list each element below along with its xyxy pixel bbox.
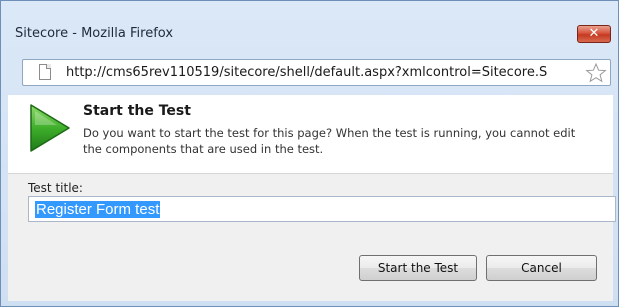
- bookmark-star-icon[interactable]: [585, 62, 607, 84]
- title-bar[interactable]: Sitecore - Mozilla Firefox ✕: [1, 1, 618, 49]
- window-title: Sitecore - Mozilla Firefox: [15, 26, 174, 41]
- dialog-header: Start the Test Do you want to start the …: [8, 95, 613, 174]
- start-test-button[interactable]: Start the Test: [359, 255, 477, 281]
- page-icon: [39, 64, 51, 80]
- url-text[interactable]: http://cms65rev110519/sitecore/shell/def…: [66, 65, 576, 81]
- play-icon: [30, 104, 70, 152]
- browser-window: Sitecore - Mozilla Firefox ✕ http://cms6…: [0, 0, 619, 307]
- dialog-description: Do you want to start the test for this p…: [83, 126, 576, 156]
- test-title-value[interactable]: Register Form test: [35, 201, 161, 218]
- dialog-title: Start the Test: [83, 103, 191, 119]
- test-title-label: Test title:: [28, 181, 83, 195]
- test-title-input[interactable]: Register Form test: [28, 196, 616, 222]
- close-icon: ✕: [588, 26, 600, 41]
- close-button[interactable]: ✕: [577, 25, 611, 43]
- url-bar[interactable]: http://cms65rev110519/sitecore/shell/def…: [22, 59, 611, 86]
- cancel-button[interactable]: Cancel: [486, 255, 597, 281]
